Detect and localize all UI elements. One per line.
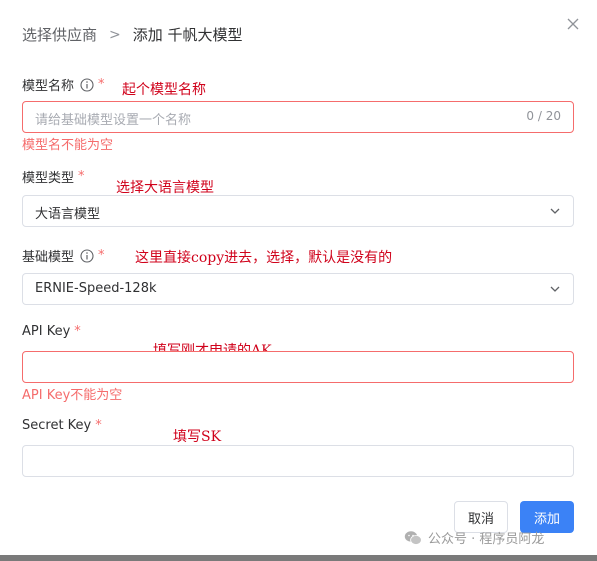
annotation-secret-key: 填写SK xyxy=(173,429,222,445)
secret-key-input[interactable] xyxy=(22,445,574,477)
info-icon[interactable] xyxy=(80,77,94,92)
breadcrumb-parent[interactable]: 选择供应商 xyxy=(22,24,97,45)
wechat-icon xyxy=(404,530,422,545)
chevron-down-icon[interactable] xyxy=(549,283,561,295)
annotation-model-type: 选择大语言模型 xyxy=(116,180,214,196)
required-mark: * xyxy=(78,169,85,184)
watermark-text: 公众号 · 程序员阿龙 xyxy=(428,532,545,547)
annotation-base-model: 这里直接copy进去，选择，默认是没有的 xyxy=(135,250,393,266)
model-name-error: 模型名不能为空 xyxy=(22,138,114,153)
close-icon[interactable] xyxy=(566,17,580,31)
required-mark: * xyxy=(98,77,105,92)
model-name-label: 模型名称 * xyxy=(22,77,105,94)
breadcrumb: 选择供应商 > 添加 千帆大模型 xyxy=(22,24,243,45)
annotation-model-name: 起个模型名称 xyxy=(122,82,206,98)
model-type-select[interactable]: 大语言模型 xyxy=(22,195,574,227)
bottom-bar xyxy=(0,555,597,561)
model-type-value: 大语言模型 xyxy=(35,207,101,222)
breadcrumb-separator: > xyxy=(109,26,121,43)
api-key-error: API Key不能为空 xyxy=(22,388,123,403)
model-name-counter: 0 / 20 xyxy=(526,109,561,123)
model-type-label: 模型类型 * xyxy=(22,169,85,186)
api-key-label: API Key * xyxy=(22,324,81,339)
required-mark: * xyxy=(95,418,102,433)
info-icon[interactable] xyxy=(80,248,94,263)
breadcrumb-current: 添加 千帆大模型 xyxy=(132,26,243,44)
required-mark: * xyxy=(74,324,81,339)
model-name-placeholder: 请给基础模型设置一个名称 xyxy=(35,113,192,128)
secret-key-label: Secret Key * xyxy=(22,418,102,433)
watermark: 公众号 · 程序员阿龙 xyxy=(404,528,544,547)
base-model-value: ERNIE-Speed-128k xyxy=(35,281,157,296)
model-name-input[interactable]: 请给基础模型设置一个名称 0 / 20 xyxy=(22,101,574,133)
chevron-down-icon[interactable] xyxy=(549,205,561,217)
base-model-label: 基础模型 * xyxy=(22,248,105,265)
api-key-input[interactable] xyxy=(22,351,574,383)
required-mark: * xyxy=(98,248,105,263)
base-model-select[interactable]: ERNIE-Speed-128k xyxy=(22,273,574,305)
